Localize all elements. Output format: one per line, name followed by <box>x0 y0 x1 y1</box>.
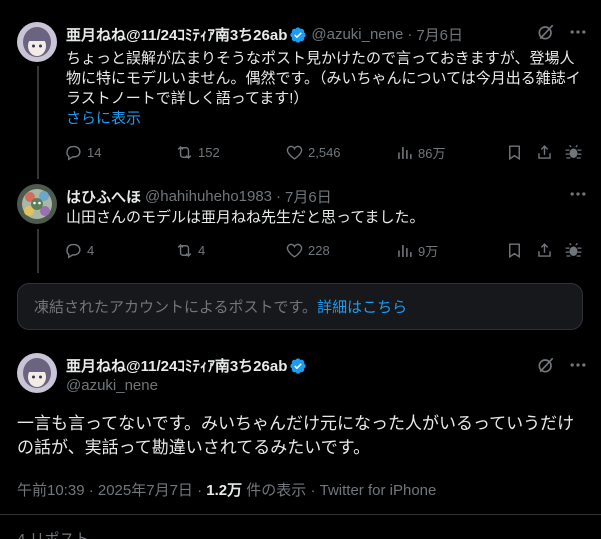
views-button[interactable]: 86万 <box>395 143 445 162</box>
post-header: はひふへほ @hahihuheho1983 · 7月6日 <box>66 186 332 207</box>
bug-icon <box>565 144 582 159</box>
bookmark-button[interactable] <box>505 241 528 260</box>
avatar[interactable] <box>17 353 57 393</box>
repost-count: 4 <box>198 242 206 258</box>
repost-button[interactable]: 152 <box>175 143 220 162</box>
show-more-link[interactable]: さらに表示 <box>66 109 141 129</box>
post-text-content: ちょっと誤解が広まりそうなポスト見かけたので言っておきますが、登場人物に特にモデ… <box>66 50 581 107</box>
action-bar: 14 152 2,546 86万 <box>64 142 589 162</box>
repost-icon <box>177 145 192 159</box>
notice-text: 凍結されたアカウントによるポストです。 <box>34 299 318 316</box>
like-button[interactable]: 228 <box>285 241 330 260</box>
author-handle[interactable]: @hahihuheho1983 <box>145 188 272 205</box>
like-count: 228 <box>308 242 330 258</box>
post-meta: 午前10:39 · 2025年7月7日 · 1.2万 件の表示 · Twitte… <box>17 479 436 500</box>
view-count: 86万 <box>418 145 446 161</box>
author-name[interactable]: 亜月ねね@11/24ｺﾐﾃｨｱ南3ち26ab <box>66 355 287 376</box>
avatar-hahihuheho-icon <box>17 184 57 224</box>
bookmark-icon <box>509 144 520 160</box>
post-date[interactable]: 7月6日 <box>416 24 463 45</box>
bookmark-button[interactable] <box>505 143 528 162</box>
extension-button[interactable] <box>564 143 587 162</box>
grok-button[interactable] <box>536 355 556 380</box>
author-name[interactable]: 亜月ねね@11/24ｺﾐﾃｨｱ南3ち26ab <box>66 24 287 45</box>
more-icon <box>570 192 586 196</box>
grok-icon <box>538 24 554 40</box>
views-icon <box>398 146 412 159</box>
grok-icon <box>538 357 554 373</box>
avatar-nene-icon <box>17 22 57 62</box>
repost-count-footer[interactable]: 4 リポスト <box>17 528 90 539</box>
more-button[interactable] <box>568 355 588 380</box>
heart-icon <box>286 243 303 258</box>
thread-line-top <box>37 66 39 179</box>
post-header: 亜月ねね@11/24ｺﾐﾃｨｱ南3ち26ab <box>66 355 307 376</box>
more-button[interactable] <box>568 22 588 47</box>
reply-icon <box>66 145 81 160</box>
views-count: 1.2万 <box>206 482 243 499</box>
heart-icon <box>286 145 303 160</box>
verified-badge-icon <box>290 357 307 374</box>
grok-button[interactable] <box>536 22 556 47</box>
views-icon <box>398 244 412 257</box>
views-label: 件の表示 · <box>242 482 320 499</box>
author-handle[interactable]: @azuki_nene <box>66 377 158 394</box>
post-text: 山田さんのモデルは亜月ねね先生だと思ってました。 <box>66 209 425 226</box>
view-count: 9万 <box>418 243 439 259</box>
repost-count: 152 <box>198 144 220 160</box>
like-count: 2,546 <box>308 144 341 160</box>
share-icon <box>538 242 551 257</box>
views-button[interactable]: 9万 <box>395 241 438 260</box>
bookmark-icon <box>509 242 520 258</box>
author-handle[interactable]: @azuki_nene <box>311 26 403 43</box>
extension-button[interactable] <box>564 241 587 260</box>
divider <box>0 514 601 515</box>
separator: · <box>276 188 282 205</box>
like-button[interactable]: 2,546 <box>285 143 341 162</box>
post-header: 亜月ねね@11/24ｺﾐﾃｨｱ南3ち26ab @azuki_nene · 7月6… <box>66 24 463 45</box>
post-date[interactable]: 7月6日 <box>285 186 332 207</box>
thread-line-mid <box>37 229 39 273</box>
more-button[interactable] <box>568 184 588 209</box>
action-bar: 4 4 228 9万 <box>64 240 589 260</box>
post-source: Twitter for iPhone <box>319 482 437 499</box>
reply-button[interactable]: 4 <box>64 241 94 260</box>
repost-icon <box>177 243 192 257</box>
avatar[interactable] <box>17 184 57 224</box>
verified-badge-icon <box>290 26 307 43</box>
main-post-text: 一言も言ってないです。みいちゃんだけ元になった人がいるっていうだけの話が、実話っ… <box>17 414 575 457</box>
reply-count: 14 <box>87 144 102 160</box>
share-icon <box>538 144 551 159</box>
share-button[interactable] <box>535 143 558 162</box>
avatar[interactable] <box>17 22 57 62</box>
reply-icon <box>66 243 81 258</box>
learn-more-link[interactable]: 詳細はこちら <box>317 296 407 317</box>
post-time[interactable]: 午前10:39 · 2025年7月7日 · <box>17 482 206 499</box>
reply-button[interactable]: 14 <box>64 143 101 162</box>
share-button[interactable] <box>535 241 558 260</box>
author-name[interactable]: はひふへほ <box>66 186 141 207</box>
suspended-account-notice: 凍結されたアカウントによるポストです。 詳細はこちら <box>17 283 583 330</box>
reply-count: 4 <box>87 242 95 258</box>
more-icon <box>570 363 586 367</box>
avatar-nene-icon <box>17 353 57 393</box>
repost-button[interactable]: 4 <box>175 241 205 260</box>
post-text: ちょっと誤解が広まりそうなポスト見かけたので言っておきますが、登場人物に特にモデ… <box>66 49 582 109</box>
bug-icon <box>565 242 582 257</box>
more-icon <box>570 30 586 34</box>
separator: · <box>407 26 413 43</box>
